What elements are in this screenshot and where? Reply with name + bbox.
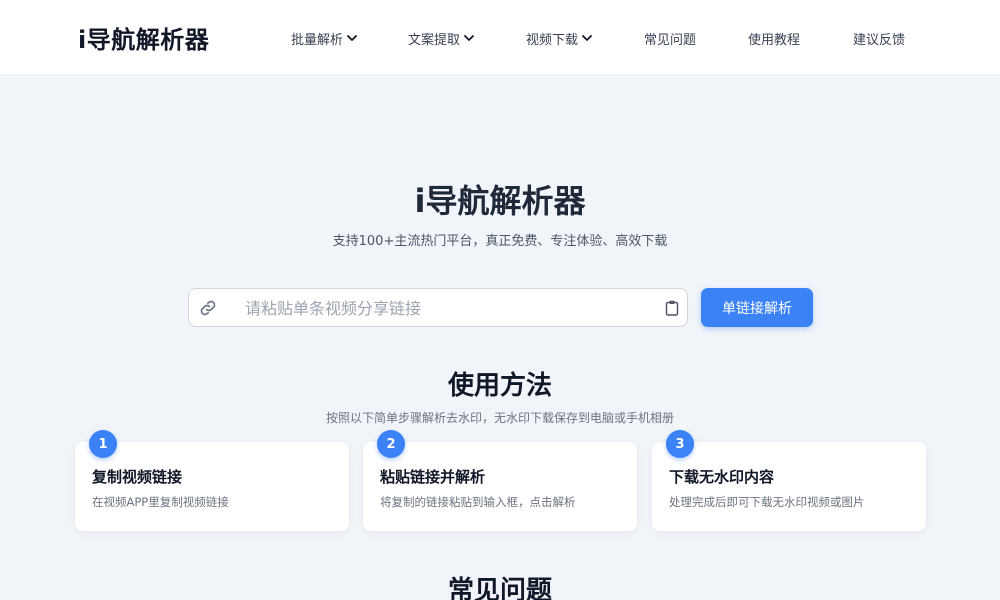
hero-subtitle: 支持100+主流热门平台，真正免费、专注体验、高效下载 [332,234,668,249]
step-description: 将复制的链接粘贴到输入框，点击解析 [380,495,576,509]
faq-section-title: 常见问题 [447,576,552,600]
video-link-input[interactable] [245,295,645,321]
chevron-down-icon [464,34,474,41]
step-card: 3 下载无水印内容 处理完成后即可下载无水印视频或图片 [652,430,926,531]
chevron-down-icon [347,34,357,41]
step-number-badge: 2 [377,430,405,458]
step-title: 下载无水印内容 [669,468,775,486]
nav-item-copy-extract[interactable]: 文案提取 [408,28,474,48]
usage-section-title: 使用方法 [447,371,552,401]
nav-item-batch-parse[interactable]: 批量解析 [291,28,357,48]
link-icon [200,300,216,316]
nav-item-video-download[interactable]: 视频下载 [526,28,592,48]
nav-item-tutorial[interactable]: 使用教程 [748,28,800,48]
site-logo[interactable]: i导航解析器 [78,20,209,55]
nav-label: 使用教程 [748,32,801,48]
nav-label: 批量解析 [291,32,344,48]
link-search-box [188,288,688,327]
nav-label: 建议反馈 [853,32,906,48]
nav-label: 视频下载 [526,32,579,48]
step-number-badge: 1 [89,430,117,458]
usage-section-subtitle: 按照以下简单步骤解析去水印，无水印下载保存到电脑或手机相册 [325,411,674,425]
site-header: i导航解析器 批量解析 文案提取 视频下载 常见问题 使用教程 建议反馈 [0,0,1000,74]
step-number-badge: 3 [666,430,694,458]
step-card: 2 粘贴链接并解析 将复制的链接粘贴到输入框，点击解析 [363,430,637,531]
step-title: 粘贴链接并解析 [380,468,486,486]
nav-label: 常见问题 [644,32,697,48]
hero-title: i导航解析器 [414,182,586,220]
clipboard-icon[interactable] [665,300,679,316]
step-description: 在视频APP里复制视频链接 [92,495,229,509]
nav-label: 文案提取 [408,32,461,48]
step-title: 复制视频链接 [92,468,183,486]
nav-item-faq[interactable]: 常见问题 [644,28,696,48]
chevron-down-icon [582,34,592,41]
step-description: 处理完成后即可下载无水印视频或图片 [669,495,865,509]
step-card: 1 复制视频链接 在视频APP里复制视频链接 [75,430,349,531]
single-link-parse-button[interactable]: 单链接解析 [701,288,813,327]
nav-item-feedback[interactable]: 建议反馈 [853,28,905,48]
